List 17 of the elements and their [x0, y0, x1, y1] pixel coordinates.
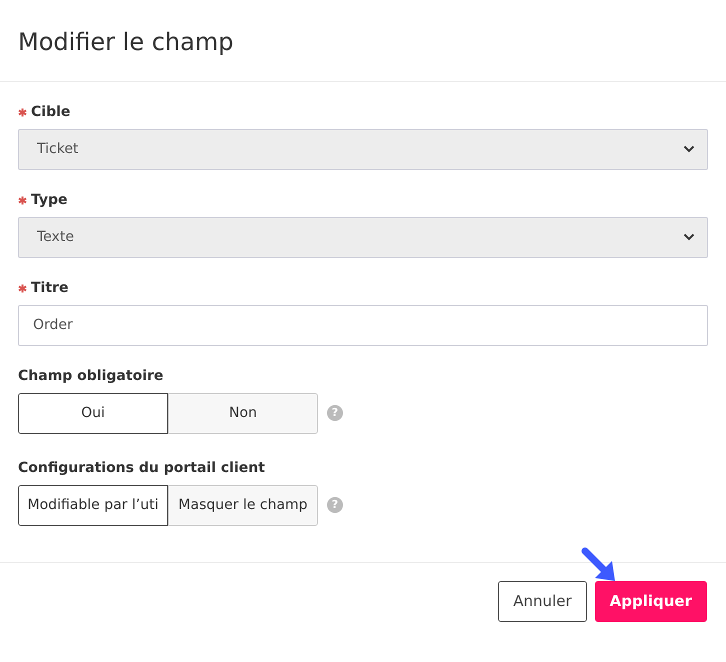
- apply-button[interactable]: Appliquer: [594, 580, 707, 622]
- field-label: Cible: [31, 102, 70, 122]
- chevron-down-icon: [683, 233, 695, 242]
- cancel-button[interactable]: Annuler: [498, 580, 587, 622]
- chevron-down-icon: [683, 145, 695, 154]
- dialog-title: Modifier le champ: [18, 28, 234, 57]
- field-label: Champ obligatoire: [18, 366, 164, 386]
- toggle-option[interactable]: Oui: [18, 392, 168, 434]
- toggle-option[interactable]: Non: [168, 392, 318, 434]
- field-label: Type: [31, 190, 68, 210]
- toggle-option[interactable]: Modifiable par l’uti: [18, 484, 168, 526]
- text-field[interactable]: Order: [18, 304, 708, 346]
- field-label: Titre: [31, 278, 68, 298]
- toggle-option[interactable]: Masquer le champ: [168, 484, 318, 526]
- field-label: Configurations du portail client: [18, 458, 265, 478]
- select-field[interactable]: Texte: [18, 216, 708, 258]
- select-field[interactable]: Ticket: [18, 128, 708, 170]
